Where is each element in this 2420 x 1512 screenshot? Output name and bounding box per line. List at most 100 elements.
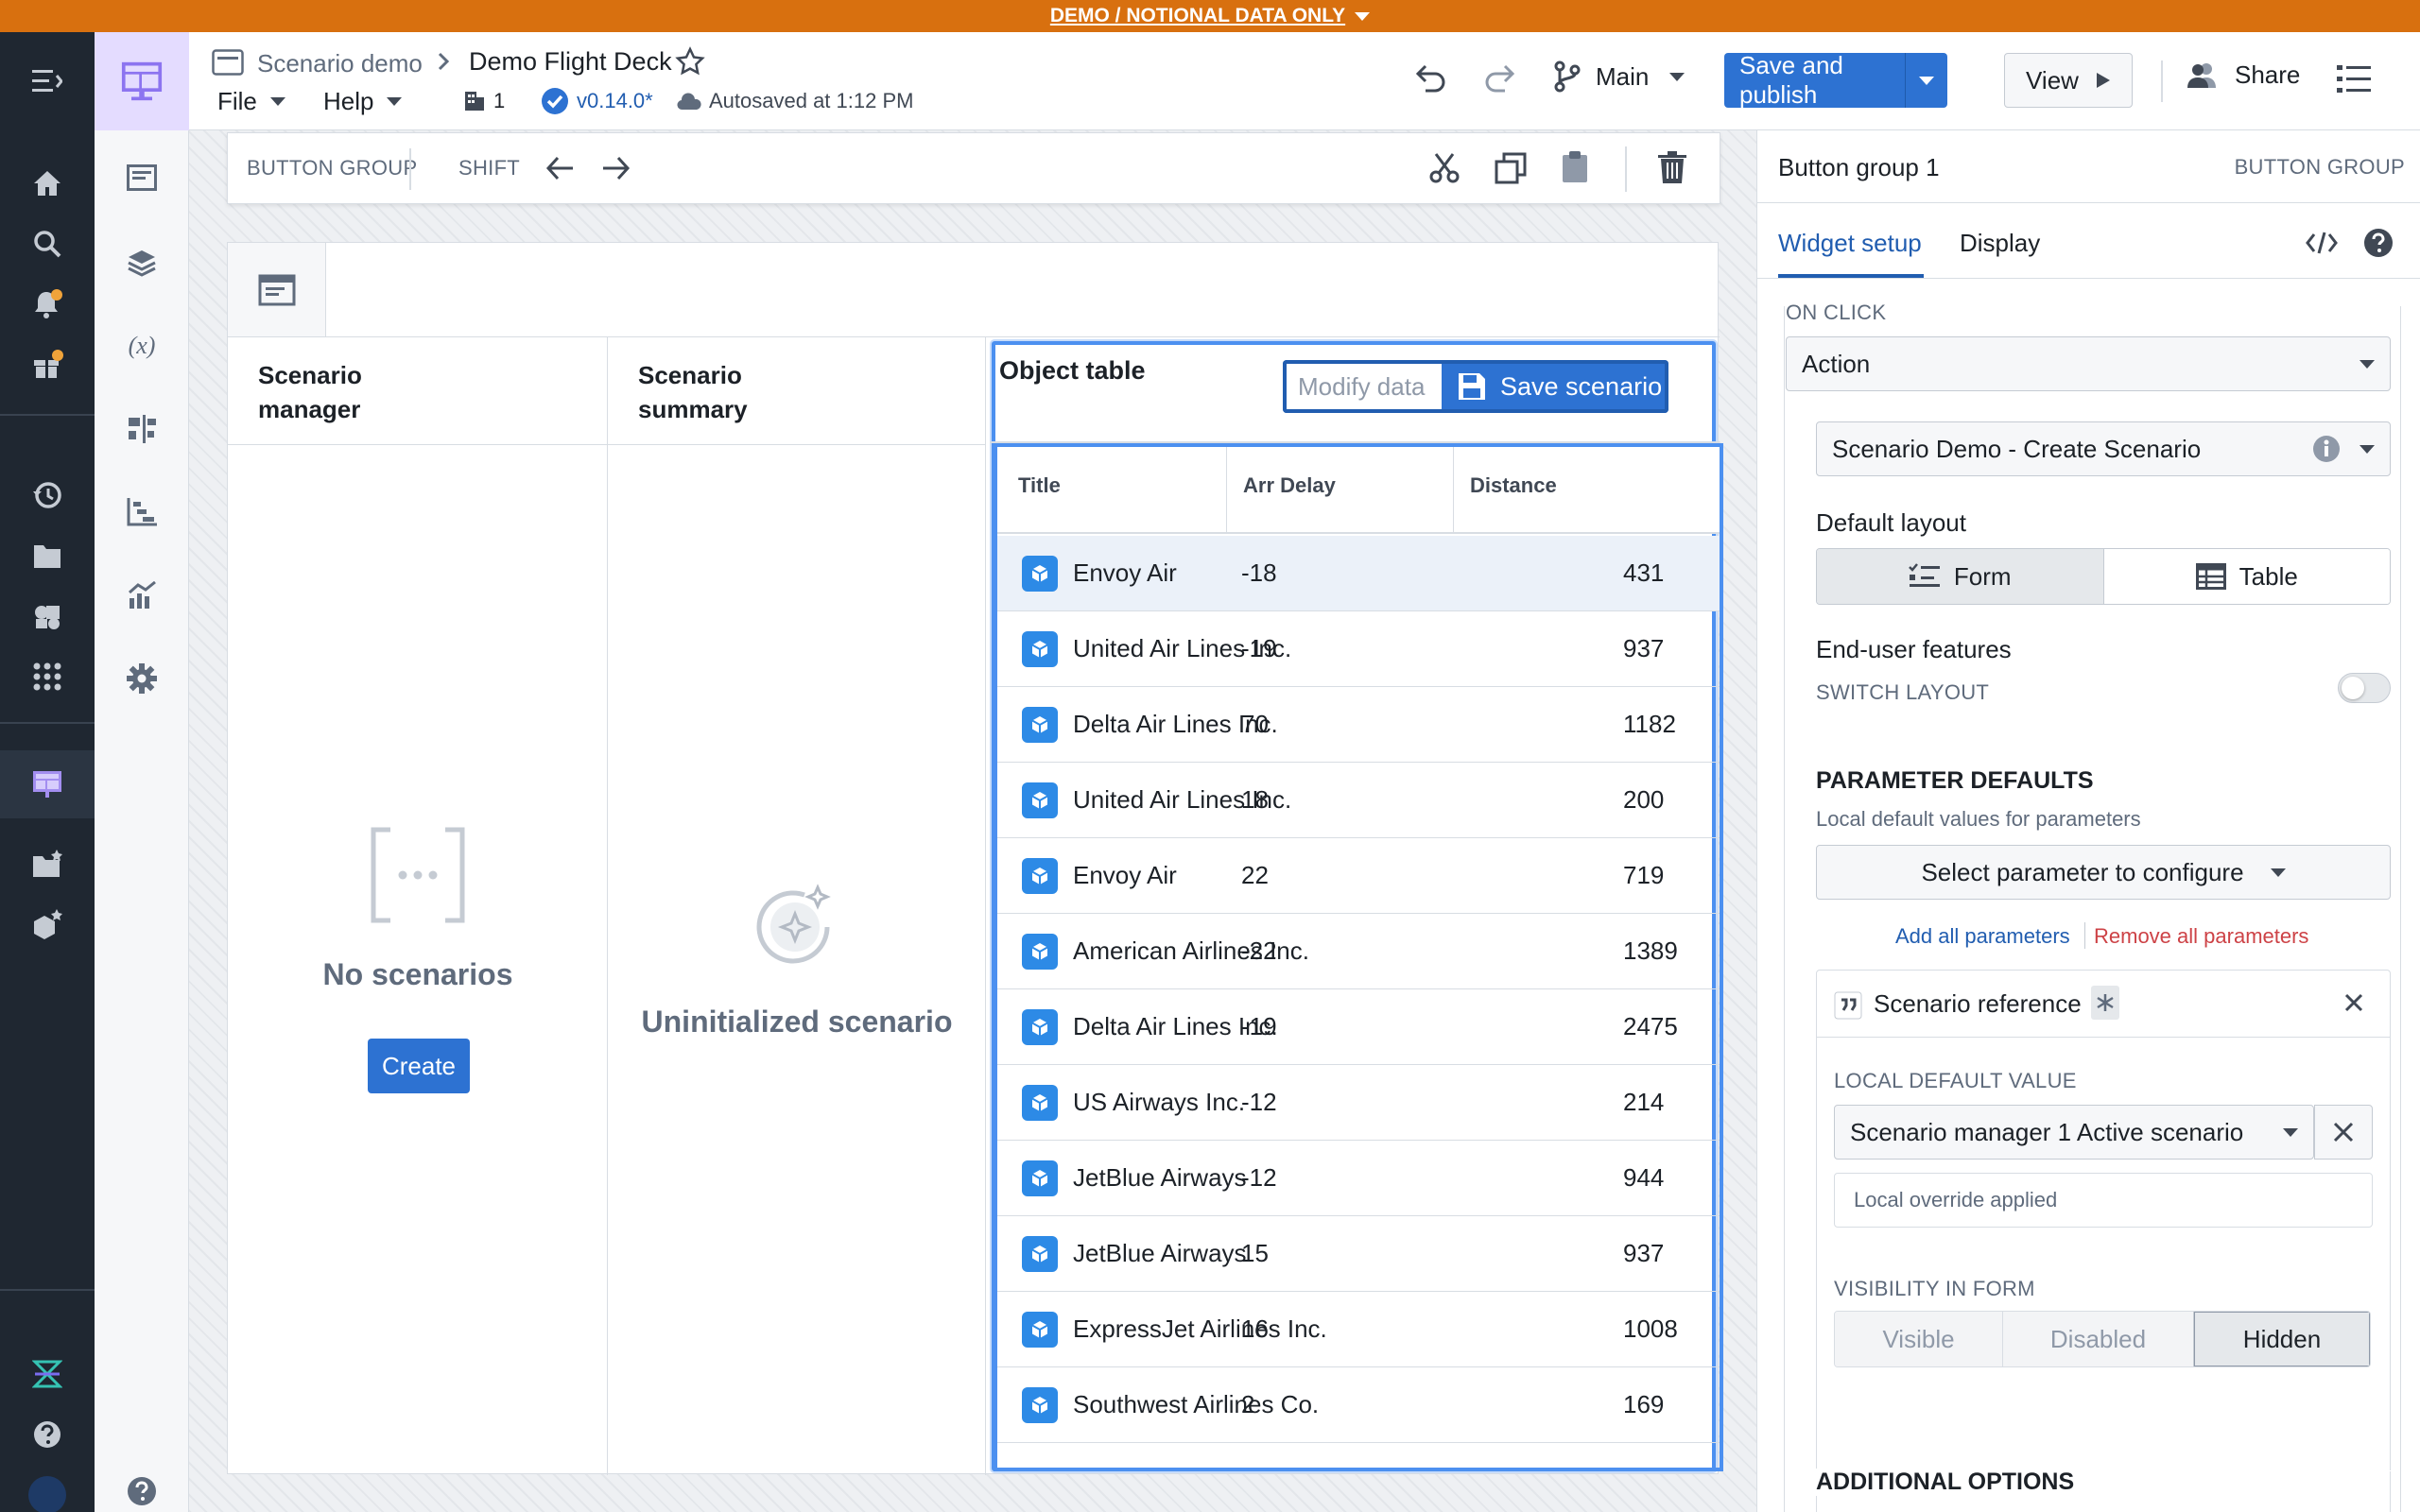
column-header-arr-delay[interactable]: Arr Delay — [1243, 473, 1336, 498]
collapse-menu-icon[interactable] — [26, 60, 68, 102]
trash-icon[interactable] — [1657, 150, 1687, 184]
visibility-hidden-option[interactable]: Hidden — [2194, 1312, 2370, 1366]
share-button[interactable]: Share — [2186, 60, 2300, 90]
info-icon[interactable] — [2312, 435, 2341, 463]
clear-default-button[interactable] — [2314, 1105, 2373, 1160]
chart-icon[interactable] — [121, 575, 163, 616]
section-layout-icon[interactable] — [228, 243, 326, 337]
layout-form-button[interactable]: Form — [1817, 549, 2104, 604]
code-icon[interactable] — [2306, 231, 2338, 255]
version-indicator[interactable]: v0.14.0* — [541, 87, 653, 115]
breadcrumb-parent[interactable]: Scenario demo — [257, 49, 423, 78]
workshop-icon[interactable] — [26, 764, 68, 805]
page-title[interactable]: Demo Flight Deck — [469, 47, 672, 77]
star-icon[interactable] — [675, 46, 705, 77]
table-row[interactable]: JetBlue Airways -12 944 — [997, 1141, 1720, 1216]
remove-all-parameters-link[interactable]: Remove all parameters — [2094, 924, 2308, 949]
create-scenario-button[interactable]: Create — [368, 1039, 470, 1093]
caret-down-icon — [269, 97, 285, 106]
redo-icon[interactable] — [1482, 62, 1516, 94]
waterfall-chart-icon[interactable] — [121, 491, 163, 533]
visibility-disabled-option[interactable]: Disabled — [2003, 1312, 2194, 1366]
visibility-visible-option[interactable]: Visible — [1835, 1312, 2003, 1366]
workshop-app-icon[interactable] — [121, 60, 163, 102]
help-icon[interactable] — [2362, 227, 2394, 259]
palantir-logo-icon[interactable] — [26, 1353, 68, 1395]
notifications-icon[interactable] — [26, 284, 68, 325]
layout-table-button[interactable]: Table — [2103, 549, 2390, 604]
cell-arr-delay: -22 — [1241, 936, 1277, 965]
objects-icon[interactable] — [26, 595, 68, 637]
gift-icon[interactable] — [26, 344, 68, 386]
cube-star-icon[interactable] — [26, 903, 68, 945]
view-button[interactable]: View — [2004, 53, 2133, 108]
visibility-segmented-control: Visible Disabled Hidden — [1834, 1311, 2371, 1367]
demo-banner[interactable]: DEMO / NOTIONAL DATA ONLY — [0, 0, 2420, 32]
organization-indicator[interactable]: 1 — [463, 89, 505, 113]
folder-icon[interactable] — [26, 535, 68, 576]
help-menu-label: Help — [323, 87, 374, 115]
arrow-right-icon[interactable] — [602, 156, 631, 180]
branch-selector[interactable]: Main — [1554, 60, 1685, 93]
table-row[interactable]: Delta Air Lines Inc. 70 1182 — [997, 687, 1720, 763]
layout-icon[interactable] — [121, 157, 163, 198]
table-row[interactable]: United Air Lines Inc. 18 200 — [997, 763, 1720, 838]
local-default-value-select[interactable]: Scenario manager 1 Active scenario — [1834, 1105, 2314, 1160]
table-row[interactable]: Envoy Air 22 719 — [997, 838, 1720, 914]
list-menu-icon[interactable] — [2337, 64, 2371, 94]
table-scrollbar[interactable] — [1720, 540, 1723, 587]
select-parameter-button[interactable]: Select parameter to configure — [1816, 845, 2391, 900]
table-row[interactable]: United Air Lines Inc. -19 937 — [997, 611, 1720, 687]
table-row[interactable]: US Airways Inc. -12 214 — [997, 1065, 1720, 1141]
user-avatar[interactable] — [26, 1474, 68, 1512]
save-scenario-button[interactable]: Save scenario — [1442, 360, 1668, 413]
table-row[interactable]: Delta Air Lines Inc. -19 2475 — [997, 989, 1720, 1065]
layers-icon[interactable] — [121, 242, 163, 284]
table-row[interactable]: Envoy Air -18 431 — [997, 536, 1720, 611]
file-menu[interactable]: File — [217, 87, 285, 116]
settings-gear-icon[interactable] — [121, 658, 163, 699]
action-select[interactable]: Scenario Demo - Create Scenario — [1816, 421, 2391, 476]
apps-grid-icon[interactable] — [26, 656, 68, 697]
object-cube-icon — [1022, 630, 1058, 667]
local-default-value-label: LOCAL DEFAULT VALUE — [1834, 1069, 2077, 1092]
home-icon[interactable] — [26, 163, 68, 204]
parameter-defaults-heading: PARAMETER DEFAULTS — [1816, 767, 2094, 794]
modify-data-input[interactable]: Modify data — [1283, 360, 1445, 413]
history-icon[interactable] — [26, 474, 68, 516]
panel-widget-title[interactable]: Button group 1 — [1778, 153, 1940, 182]
search-icon[interactable] — [26, 223, 68, 265]
variables-icon[interactable]: (x) — [121, 325, 163, 367]
save-and-publish-button[interactable]: Save and publish — [1724, 51, 1947, 109]
layout-form-label: Form — [1953, 561, 2012, 591]
column-header-title[interactable]: Title — [1018, 473, 1061, 498]
starred-folder-icon[interactable] — [26, 843, 68, 885]
local-override-field[interactable]: Local override applied — [1834, 1173, 2373, 1228]
close-icon[interactable] — [2344, 993, 2363, 1012]
tab-display[interactable]: Display — [1960, 229, 2040, 258]
on-click-select[interactable]: Action — [1786, 336, 2391, 391]
git-branch-icon — [1554, 60, 1581, 93]
duplicate-icon[interactable] — [1495, 152, 1527, 184]
on-click-label: ON CLICK — [1786, 301, 1887, 324]
table-row[interactable]: American Airlines Inc. -22 1389 — [997, 914, 1720, 989]
column-header-distance[interactable]: Distance — [1470, 473, 1557, 498]
help-icon[interactable] — [121, 1470, 163, 1512]
switch-layout-toggle[interactable] — [2338, 673, 2391, 703]
clipboard-icon[interactable] — [1561, 150, 1589, 184]
table-icon — [2195, 563, 2226, 590]
undo-icon[interactable] — [1414, 62, 1448, 94]
cut-icon[interactable] — [1428, 152, 1461, 184]
add-all-parameters-link[interactable]: Add all parameters — [1895, 924, 2070, 949]
help-icon[interactable] — [26, 1414, 68, 1455]
caret-down-icon — [2360, 359, 2375, 369]
caret-down-icon[interactable] — [1906, 76, 1947, 85]
table-row[interactable]: JetBlue Airways 15 937 — [997, 1216, 1720, 1292]
tab-widget-setup[interactable]: Widget setup — [1778, 229, 1922, 258]
alignment-icon[interactable] — [121, 408, 163, 450]
help-menu[interactable]: Help — [323, 87, 403, 116]
branch-label: Main — [1596, 61, 1650, 91]
table-row[interactable]: ExpressJet Airlines Inc. 16 1008 — [997, 1292, 1720, 1367]
table-row[interactable]: Southwest Airlines Co. 2 169 — [997, 1367, 1720, 1443]
arrow-left-icon[interactable] — [545, 156, 574, 180]
